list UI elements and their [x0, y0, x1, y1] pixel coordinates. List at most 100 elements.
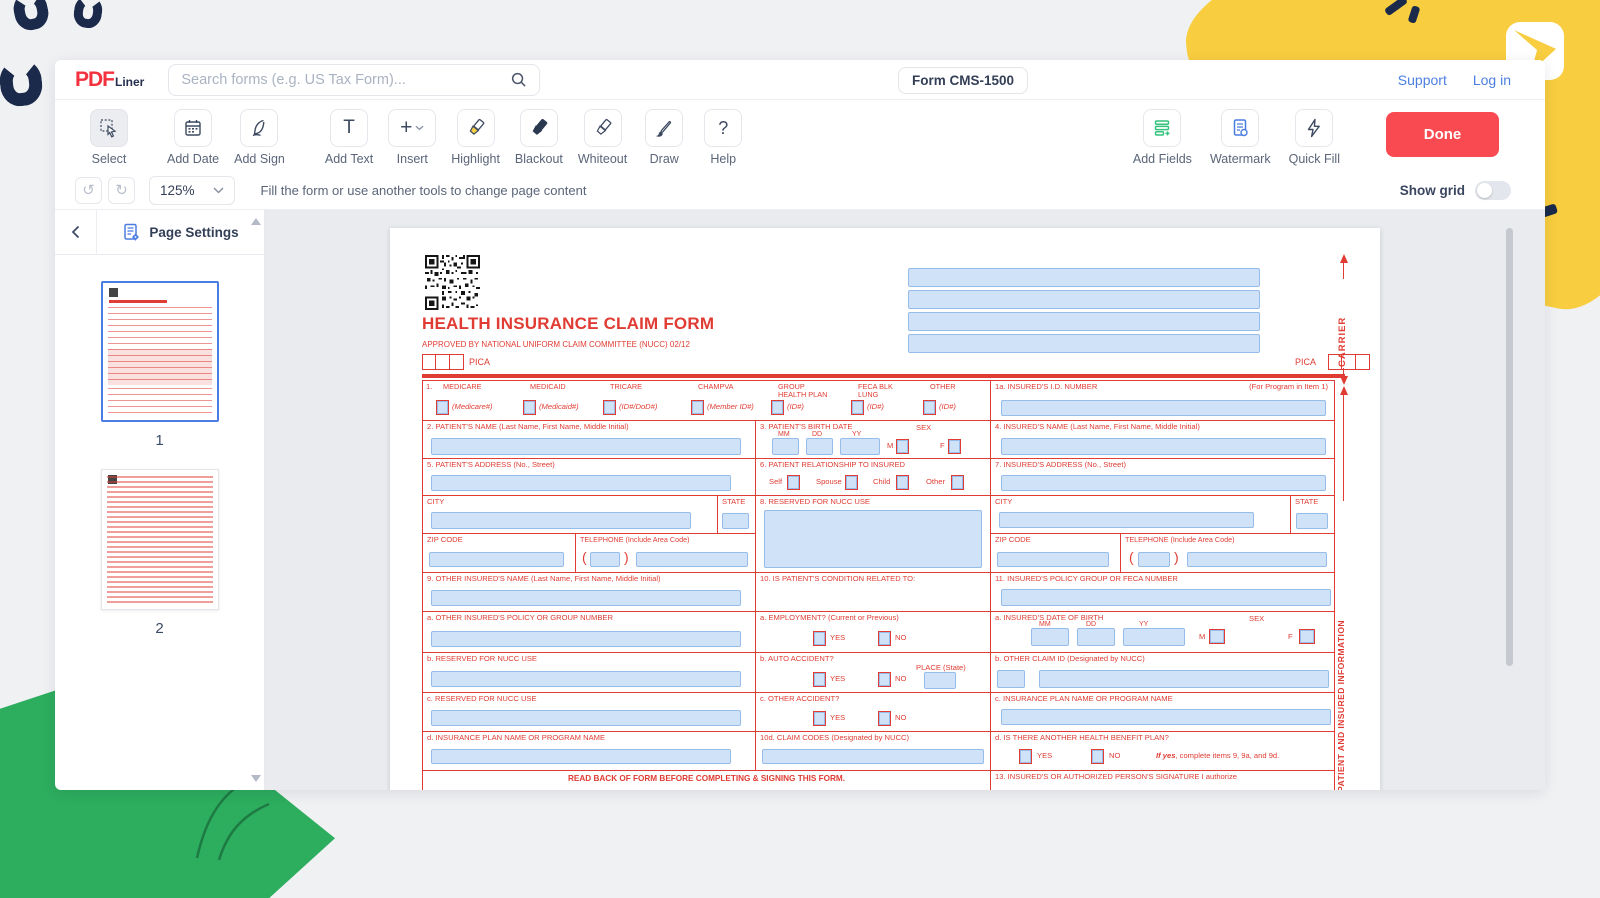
other-plan-checkbox[interactable]: [923, 400, 936, 415]
whiteout-button[interactable]: Whiteout: [578, 109, 627, 166]
group-health-plan-checkbox[interactable]: [771, 400, 784, 415]
claim-codes-field[interactable]: [762, 749, 984, 764]
zoom-value: 125%: [160, 183, 195, 198]
insured-area-code-field[interactable]: [1138, 552, 1170, 567]
page-thumbnail-2[interactable]: [101, 469, 219, 610]
draw-button[interactable]: Draw: [642, 109, 686, 166]
item3-cell: 3. PATIENT'S BIRTH DATE MM DD YY SEX M F: [755, 420, 990, 458]
medicare-checkbox[interactable]: [436, 400, 449, 415]
other-insured-policy-field[interactable]: [431, 631, 741, 647]
accident-place-field[interactable]: [924, 672, 956, 689]
patient-city-field[interactable]: [431, 512, 691, 529]
quick-fill-button[interactable]: Quick Fill: [1289, 109, 1340, 166]
insured-dob-yy-field[interactable]: [1123, 628, 1185, 646]
insured-zip-field[interactable]: [997, 552, 1109, 567]
other-accident-yes-checkbox[interactable]: [813, 711, 826, 726]
insured-id-field[interactable]: [1001, 400, 1326, 416]
insured-dob-dd-field[interactable]: [1077, 628, 1115, 646]
canvas-scrollbar[interactable]: [1506, 228, 1513, 666]
insured-state-field[interactable]: [1296, 513, 1328, 529]
nucc-c-field[interactable]: [431, 710, 741, 726]
blackout-button[interactable]: Blackout: [515, 109, 563, 166]
medicaid-checkbox[interactable]: [523, 400, 536, 415]
add-text-button[interactable]: T Add Text: [325, 109, 373, 166]
undo-button[interactable]: ↺: [75, 177, 102, 204]
sidebar-scroll-down[interactable]: [251, 775, 261, 782]
rel-other-checkbox[interactable]: [951, 475, 964, 490]
insured-phone-field[interactable]: [1187, 552, 1327, 567]
pica-boxes-right[interactable]: [1328, 354, 1370, 370]
carrier-vertical-label: CARRIER: [1337, 281, 1348, 367]
rel-child-checkbox[interactable]: [896, 475, 909, 490]
birth-mm-field[interactable]: [772, 438, 799, 455]
other-insured-name-field[interactable]: [431, 590, 741, 606]
another-plan-no-checkbox[interactable]: [1091, 749, 1104, 764]
add-date-button[interactable]: Add Date: [167, 109, 219, 166]
insured-sex-f-checkbox[interactable]: [1299, 629, 1315, 644]
login-link[interactable]: Log in: [1473, 72, 1511, 88]
employment-yes-checkbox[interactable]: [813, 631, 826, 646]
another-plan-yes-checkbox[interactable]: [1019, 749, 1032, 764]
page-settings-button[interactable]: Page Settings: [97, 210, 264, 254]
nucc-reserved-block[interactable]: [764, 510, 982, 568]
insured-name-field[interactable]: [1001, 438, 1326, 455]
help-button[interactable]: ? Help: [701, 109, 745, 166]
show-grid-toggle[interactable]: [1475, 181, 1511, 200]
insured-dob-mm-field[interactable]: [1031, 628, 1069, 646]
employment-no-checkbox[interactable]: [878, 631, 891, 646]
item7-label: 7. INSURED'S ADDRESS (No., Street): [995, 461, 1126, 470]
highlight-button[interactable]: Highlight: [451, 109, 500, 166]
other-claim-qualifier-field[interactable]: [997, 670, 1025, 688]
insert-button[interactable]: + Insert: [388, 109, 436, 166]
select-tool-button[interactable]: Select: [87, 109, 131, 166]
patient-zip-field[interactable]: [429, 552, 564, 567]
carrier-address-field[interactable]: [908, 268, 1260, 287]
other-plan-name-field[interactable]: [431, 749, 731, 764]
patient-phone-field[interactable]: [636, 552, 748, 567]
champva-checkbox[interactable]: [691, 400, 704, 415]
birth-yy-field[interactable]: [840, 438, 880, 455]
carrier-address-field[interactable]: [908, 312, 1260, 331]
insured-address-field[interactable]: [1001, 475, 1326, 491]
done-button[interactable]: Done: [1386, 112, 1499, 157]
search-input[interactable]: [181, 72, 510, 88]
patient-sex-m-checkbox[interactable]: [896, 439, 909, 454]
patient-area-code-field[interactable]: [590, 552, 620, 567]
birth-dd-field[interactable]: [806, 438, 833, 455]
insurance-plan-name-field[interactable]: [1001, 709, 1331, 725]
pica-boxes-left[interactable]: [422, 354, 464, 370]
insured-city-field[interactable]: [999, 512, 1254, 528]
other-claim-id-field[interactable]: [1039, 670, 1329, 688]
watermark-button[interactable]: Watermark: [1210, 109, 1271, 166]
redo-button[interactable]: ↻: [108, 177, 135, 204]
patient-sex-f-checkbox[interactable]: [948, 439, 961, 454]
carrier-address-field[interactable]: [908, 290, 1260, 309]
add-sign-button[interactable]: Add Sign: [234, 109, 285, 166]
rel-spouse-checkbox[interactable]: [845, 475, 858, 490]
support-link[interactable]: Support: [1398, 72, 1447, 88]
patient-state-field[interactable]: [722, 513, 749, 529]
auto-accident-no-checkbox[interactable]: [878, 672, 891, 687]
rel-self-checkbox[interactable]: [787, 475, 800, 490]
patient-name-field[interactable]: [431, 438, 741, 455]
logo-liner: Liner: [115, 75, 144, 89]
show-grid-label: Show grid: [1400, 183, 1465, 198]
search-icon[interactable]: [510, 71, 527, 88]
auto-accident-yes-checkbox[interactable]: [813, 672, 826, 687]
insured-sex-m-checkbox[interactable]: [1209, 629, 1225, 644]
patient-address-field[interactable]: [431, 475, 731, 491]
feca-blk-lung-checkbox[interactable]: [851, 400, 864, 415]
pdfliner-logo[interactable]: PDFLiner: [75, 68, 144, 92]
sidebar-scroll-up[interactable]: [251, 218, 261, 225]
tricare-checkbox[interactable]: [603, 400, 616, 415]
zoom-select[interactable]: 125%: [149, 176, 235, 205]
insured-policy-group-field[interactable]: [1001, 589, 1331, 606]
plus-icon: +: [400, 116, 412, 140]
add-fields-button[interactable]: Add Fields: [1133, 109, 1192, 166]
collapse-sidebar-button[interactable]: [55, 210, 97, 254]
page-thumbnail-1[interactable]: [101, 281, 219, 422]
other-accident-no-checkbox[interactable]: [878, 711, 891, 726]
patient-phone-cell: TELEPHONE (Include Area Code) ( ): [575, 533, 755, 572]
carrier-address-field[interactable]: [908, 334, 1260, 353]
nucc-b-field[interactable]: [431, 671, 741, 687]
